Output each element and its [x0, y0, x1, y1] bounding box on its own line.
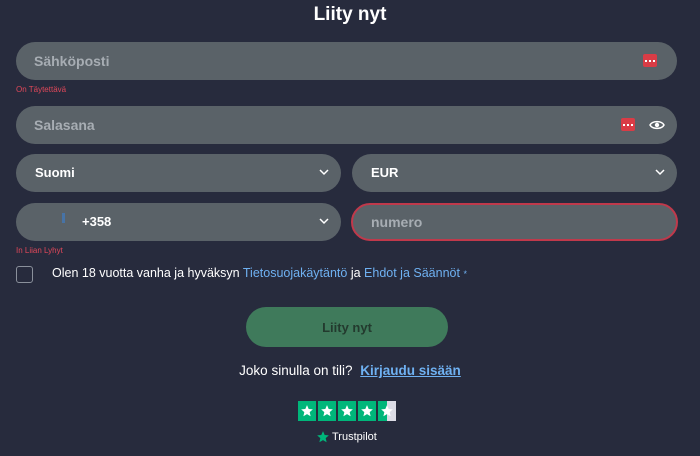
consent-text: Olen 18 vuotta vanha ja hyväksyn Tietosu…	[52, 266, 467, 280]
signup-page: Liity nyt On Täytettävä Suomi EUR	[0, 0, 700, 456]
password-field[interactable]	[16, 106, 677, 144]
email-field[interactable]	[16, 42, 677, 80]
page-title: Liity nyt	[313, 4, 387, 25]
phone-error-text: In Liian Lyhyt	[16, 246, 63, 255]
phone-number-field[interactable]	[353, 205, 676, 239]
eye-icon[interactable]	[649, 119, 665, 131]
password-manager-icon[interactable]	[643, 54, 657, 67]
signup-submit-button[interactable]: Liity nyt	[246, 307, 448, 347]
terms-link[interactable]: Ehdot ja Säännöt	[364, 266, 460, 280]
flag-icon	[62, 213, 65, 223]
star-icon	[318, 401, 336, 421]
required-mark: *	[463, 269, 467, 279]
phone-code-value: +358	[82, 214, 112, 229]
chevron-down-icon	[319, 169, 329, 176]
half-star-icon	[378, 401, 396, 421]
email-error-text: On Täytettävä	[16, 85, 67, 94]
email-field-container	[16, 42, 677, 80]
star-icon	[298, 401, 316, 421]
consent-prefix: Olen 18 vuotta vanha ja hyväksyn	[52, 266, 240, 280]
star-icon	[338, 401, 356, 421]
chevron-down-icon	[319, 218, 329, 225]
phone-number-field-container	[351, 203, 678, 241]
star-icon	[358, 401, 376, 421]
terms-checkbox[interactable]	[16, 266, 33, 283]
privacy-policy-link[interactable]: Tietosuojakäytäntö	[243, 266, 347, 280]
country-selected-value: Suomi	[35, 165, 75, 180]
login-question: Joko sinulla on tili?	[239, 363, 353, 378]
password-field-container	[16, 106, 677, 144]
password-manager-icon[interactable]	[621, 118, 635, 131]
country-select[interactable]: Suomi	[16, 154, 341, 192]
trustpilot-rating[interactable]	[298, 401, 396, 421]
trustpilot-star-icon	[317, 431, 329, 443]
phone-code-select[interactable]: +358	[16, 203, 341, 241]
currency-select[interactable]: EUR	[352, 154, 677, 192]
trustpilot-label: Trustpilot	[332, 431, 377, 443]
currency-selected-value: EUR	[371, 165, 399, 180]
login-prompt: Joko sinulla on tili? Kirjaudu sisään	[0, 363, 700, 378]
chevron-down-icon	[655, 169, 665, 176]
trustpilot-logo[interactable]: Trustpilot	[316, 430, 377, 444]
consent-middle: ja	[350, 266, 361, 280]
login-link[interactable]: Kirjaudu sisään	[360, 363, 461, 378]
